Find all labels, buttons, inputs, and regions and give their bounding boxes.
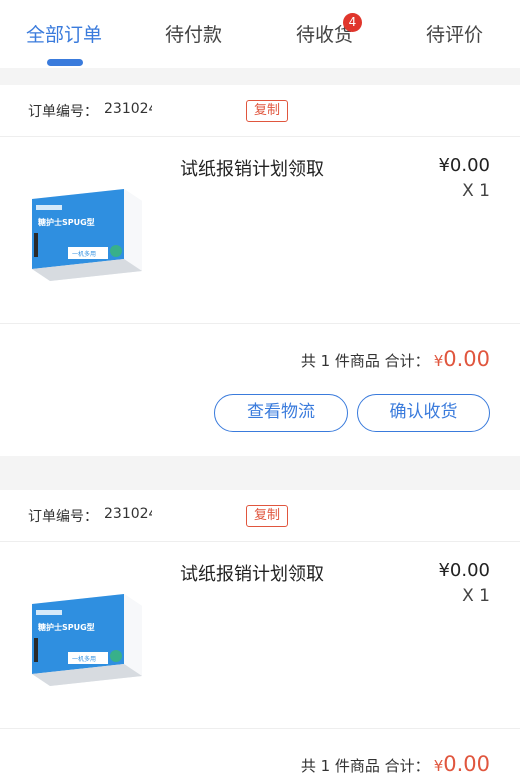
order-number-row: 订单编号： 231024 复制 bbox=[0, 490, 520, 542]
order-card: 订单编号： 231024 复制 糖护士SPUG型 一机多用 试纸报销计划领取 ¥… bbox=[0, 85, 520, 456]
product-row[interactable]: 糖护士SPUG型 一机多用 试纸报销计划领取 ¥0.00 X 1 bbox=[0, 137, 520, 324]
active-tab-indicator bbox=[47, 59, 83, 66]
order-number-label: 订单编号： bbox=[28, 509, 98, 525]
tab-all-orders[interactable]: 全部订单 bbox=[26, 20, 102, 47]
copy-order-number-button[interactable]: 复制 bbox=[246, 505, 289, 527]
product-price: ¥0.00 bbox=[438, 155, 490, 176]
order-actions: 查看物流 确认收货 bbox=[0, 394, 520, 434]
order-total-amount: 0.00 bbox=[443, 347, 490, 371]
product-name: 试纸报销计划领取 bbox=[180, 159, 324, 180]
order-number-label: 订单编号： bbox=[28, 104, 98, 120]
order-total: 共 1 件商品 合计： ¥0.00 bbox=[301, 752, 490, 776]
copy-order-number-button[interactable]: 复制 bbox=[246, 100, 289, 122]
tab-pending-payment[interactable]: 待付款 bbox=[165, 20, 222, 47]
product-row[interactable]: 糖护士SPUG型 一机多用 试纸报销计划领取 ¥0.00 X 1 bbox=[0, 542, 520, 729]
product-box-tag: 一机多用 bbox=[72, 250, 96, 258]
product-box-tag: 一机多用 bbox=[72, 655, 96, 663]
product-quantity: X 1 bbox=[462, 586, 490, 606]
order-card: 订单编号： 231024 复制 糖护士SPUG型 一机多用 试纸报销计划领取 ¥… bbox=[0, 490, 520, 781]
order-number-row: 订单编号： 231024 复制 bbox=[0, 85, 520, 137]
product-name: 试纸报销计划领取 bbox=[180, 564, 324, 585]
product-thumbnail: 糖护士SPUG型 一机多用 bbox=[32, 189, 142, 281]
order-total-currency: ¥ bbox=[433, 352, 444, 370]
order-total-label: 共 1 件商品 合计： bbox=[300, 757, 430, 775]
order-total-amount: 0.00 bbox=[443, 752, 490, 776]
confirm-receipt-button[interactable]: 确认收货 bbox=[357, 394, 490, 432]
order-number-value: 231024 bbox=[104, 101, 152, 117]
order-total: 共 1 件商品 合计： ¥0.00 bbox=[301, 347, 490, 371]
pending-receipt-badge: 4 bbox=[343, 13, 362, 32]
view-logistics-button[interactable]: 查看物流 bbox=[214, 394, 348, 432]
product-thumbnail: 糖护士SPUG型 一机多用 bbox=[32, 594, 142, 686]
order-number-value: 231024 bbox=[104, 506, 152, 522]
order-total-currency: ¥ bbox=[433, 757, 444, 775]
order-total-label: 共 1 件商品 合计： bbox=[300, 352, 430, 370]
tab-pending-review[interactable]: 待评价 bbox=[426, 20, 483, 47]
product-box-brand: 糖护士SPUG型 bbox=[38, 622, 95, 632]
order-status-tabs: 全部订单 待付款 待收货 4 待评价 bbox=[0, 0, 520, 68]
product-box-brand: 糖护士SPUG型 bbox=[38, 217, 95, 227]
product-quantity: X 1 bbox=[462, 181, 490, 201]
product-price: ¥0.00 bbox=[438, 560, 490, 581]
